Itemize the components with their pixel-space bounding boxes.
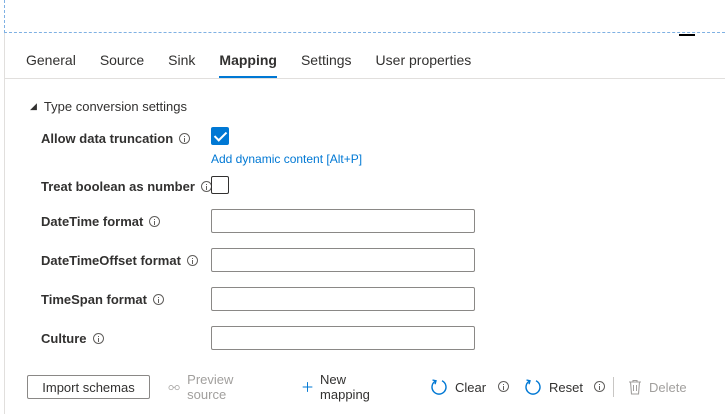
clear-label: Clear — [455, 379, 487, 395]
import-schemas-button[interactable]: Import schemas — [27, 375, 150, 399]
timespan-format-input[interactable] — [211, 287, 475, 311]
treat-boolean-checkbox[interactable] — [211, 176, 229, 194]
allow-truncation-label-text: Allow data truncation — [41, 130, 174, 146]
reset-button[interactable]: Reset — [524, 375, 583, 399]
toolbar-divider — [613, 377, 614, 397]
delete-button[interactable]: Delete — [628, 375, 687, 399]
clear-button[interactable]: Clear — [430, 375, 486, 399]
glasses-icon — [168, 385, 180, 391]
type-conversion-settings-toggle[interactable]: ◢ Type conversion settings — [30, 97, 187, 115]
treat-boolean-label: Treat boolean as number — [41, 177, 212, 195]
delete-label: Delete — [649, 379, 687, 395]
activity-tabs: General Source Sink Mapping Settings Use… — [14, 44, 483, 78]
pipeline-canvas-area — [4, 0, 725, 33]
datetimeoffset-format-label: DateTimeOffset format — [41, 251, 198, 269]
reset-icon — [525, 379, 541, 395]
datetime-format-label-text: DateTime format — [41, 213, 144, 229]
tab-source[interactable]: Source — [88, 44, 156, 78]
info-icon[interactable] — [152, 293, 164, 305]
info-icon[interactable] — [149, 215, 161, 227]
caret-down-icon: ◢ — [30, 100, 37, 111]
timespan-format-label: TimeSpan format — [41, 290, 164, 308]
culture-label-text: Culture — [41, 330, 87, 346]
tab-settings[interactable]: Settings — [289, 44, 364, 78]
datetimeoffset-format-input[interactable] — [211, 248, 475, 272]
plus-icon — [302, 382, 313, 392]
culture-label: Culture — [41, 329, 104, 347]
info-icon[interactable] — [498, 381, 509, 392]
info-icon[interactable] — [92, 332, 104, 344]
info-icon[interactable] — [594, 381, 605, 392]
allow-truncation-checkbox[interactable] — [211, 127, 229, 145]
section-title: Type conversion settings — [43, 98, 187, 114]
info-icon[interactable] — [179, 132, 191, 144]
timespan-format-label-text: TimeSpan format — [41, 291, 147, 307]
tab-general[interactable]: General — [14, 44, 88, 78]
refresh-icon — [431, 379, 447, 395]
preview-source-label: Preview source — [187, 372, 234, 402]
tab-mapping[interactable]: Mapping — [207, 44, 289, 78]
tab-sink[interactable]: Sink — [156, 44, 207, 78]
culture-input[interactable] — [211, 326, 475, 350]
treat-boolean-label-text: Treat boolean as number — [41, 178, 195, 194]
canvas-resize-handle[interactable] — [679, 34, 695, 36]
panel-left-border — [4, 33, 5, 414]
datetime-format-label: DateTime format — [41, 212, 161, 230]
add-dynamic-content-link[interactable]: Add dynamic content [Alt+P] — [211, 152, 362, 166]
datetime-format-input[interactable] — [211, 209, 475, 233]
preview-source-button[interactable]: Preview source — [168, 372, 241, 402]
new-mapping-button[interactable]: New mapping — [302, 372, 375, 402]
new-mapping-label: New mapping — [320, 372, 370, 402]
datetimeoffset-format-label-text: DateTimeOffset format — [41, 252, 181, 268]
trash-icon — [629, 379, 641, 395]
allow-truncation-label: Allow data truncation — [41, 129, 191, 147]
tabs-divider — [5, 78, 725, 79]
tab-user-properties[interactable]: User properties — [364, 44, 484, 78]
info-icon[interactable] — [186, 254, 198, 266]
reset-label: Reset — [549, 379, 583, 395]
